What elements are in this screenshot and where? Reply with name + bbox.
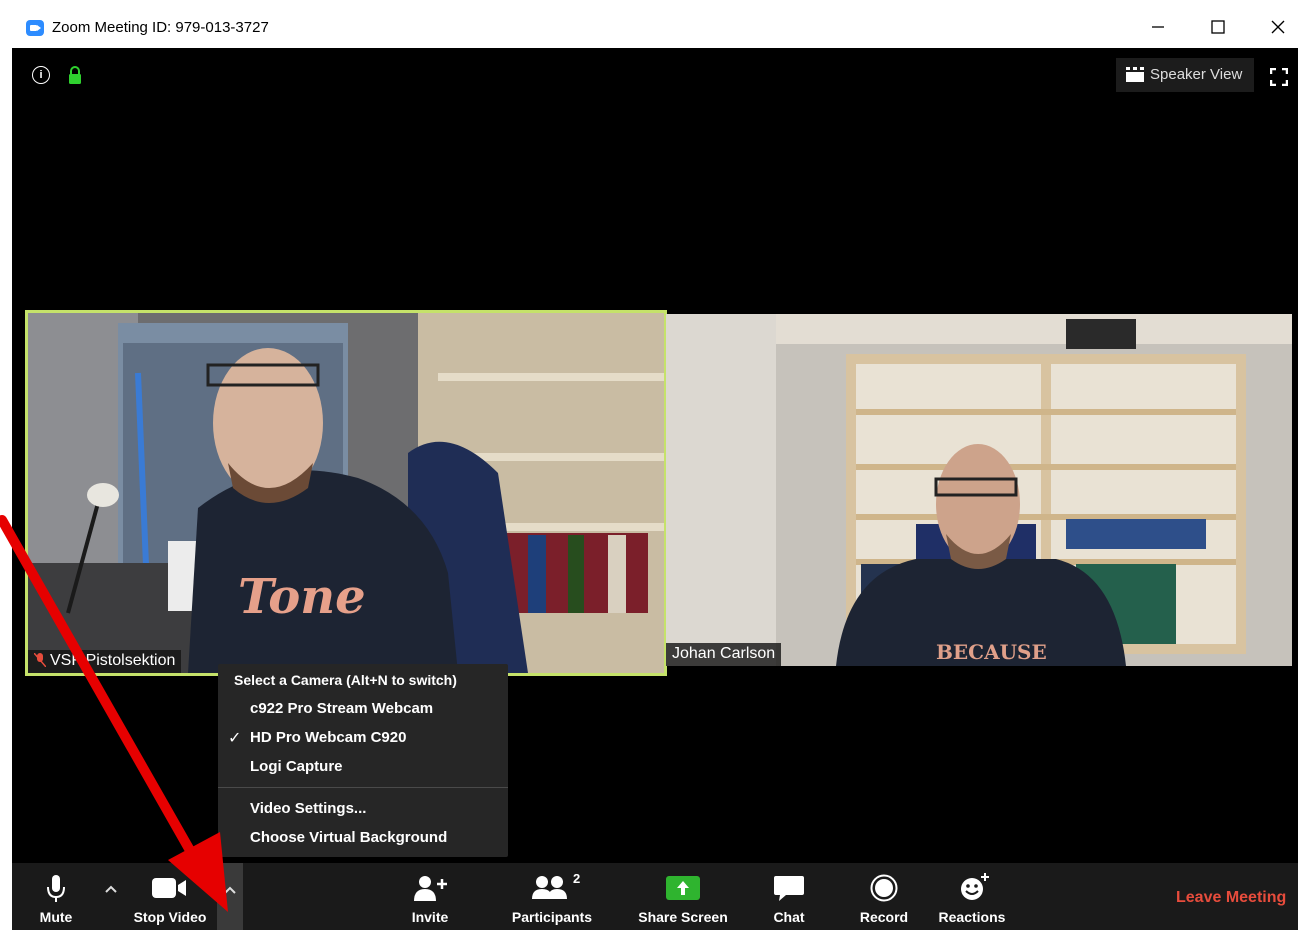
participant-name-tag: VSF Pistolsektion — [28, 650, 182, 673]
video-tile-active-speaker[interactable]: Tone VSF Pistolsektion — [25, 310, 667, 676]
record-label: Record — [859, 909, 909, 925]
chat-bubble-icon — [774, 876, 804, 901]
video-options-chevron-up-icon — [224, 886, 236, 894]
reactions-button[interactable]: Reactions — [932, 863, 1012, 930]
camera-option-logi-capture[interactable]: Logi Capture — [250, 758, 343, 775]
participant-name-tag: Johan Carlson — [666, 643, 782, 666]
close-icon — [1271, 20, 1285, 34]
zoom-window: Zoom Meeting ID: 979-013-3727 i Speaker … — [12, 8, 1298, 930]
camera-option-c920[interactable]: HD Pro Webcam C920 — [250, 729, 406, 746]
share-screen-button[interactable]: Share Screen — [636, 863, 730, 930]
title-bar: Zoom Meeting ID: 979-013-3727 — [12, 8, 1298, 48]
speaker-view-label: Speaker View — [1150, 66, 1243, 83]
video-options-button[interactable] — [217, 863, 243, 930]
virtual-background-option[interactable]: Choose Virtual Background — [250, 829, 447, 846]
participant-video-feed: BECAUSE — [666, 314, 1292, 666]
reactions-smiley-icon — [961, 873, 989, 900]
stop-video-label: Stop Video — [133, 909, 207, 925]
speaker-view-button[interactable]: Speaker View — [1116, 58, 1254, 92]
minimize-button[interactable] — [1138, 14, 1178, 42]
record-icon — [870, 874, 898, 902]
menu-separator — [218, 787, 508, 788]
add-user-icon — [414, 876, 447, 901]
close-button[interactable] — [1258, 14, 1298, 42]
video-tile-participant[interactable]: BECAUSE Johan Carlson — [666, 314, 1292, 666]
maximize-icon — [1211, 20, 1225, 34]
svg-text:Tone: Tone — [238, 569, 366, 625]
stop-video-button[interactable]: Stop Video — [128, 863, 212, 930]
participants-label: Participants — [511, 909, 593, 925]
reactions-label: Reactions — [938, 909, 1006, 925]
participants-icon — [532, 876, 567, 899]
camera-menu-header: Select a Camera (Alt+N to switch) — [234, 672, 457, 688]
zoom-app-icon — [26, 20, 44, 36]
maximize-button[interactable] — [1198, 14, 1238, 42]
encryption-lock-icon[interactable] — [68, 66, 82, 84]
share-screen-icon — [666, 876, 700, 900]
checkmark-icon: ✓ — [228, 730, 242, 747]
record-button[interactable]: Record — [854, 863, 914, 930]
invite-button[interactable]: Invite — [400, 863, 460, 930]
share-screen-label: Share Screen — [638, 909, 728, 925]
participant-name-label: VSF Pistolsektion — [50, 652, 176, 669]
mute-button[interactable]: Mute — [26, 863, 86, 930]
mute-label: Mute — [39, 909, 73, 925]
participants-button[interactable]: 2 Participants — [506, 863, 598, 930]
camera-select-menu: Select a Camera (Alt+N to switch) c922 P… — [218, 664, 508, 857]
microphone-icon — [47, 875, 65, 902]
leave-meeting-button[interactable]: Leave Meeting — [1176, 889, 1286, 907]
info-icon[interactable]: i — [32, 66, 50, 84]
fullscreen-icon[interactable] — [1270, 68, 1288, 86]
participants-count-badge: 2 — [573, 871, 581, 886]
svg-text:BECAUSE: BECAUSE — [936, 640, 1047, 664]
audio-options-chevron-up-icon[interactable] — [104, 881, 118, 899]
camera-option-c922[interactable]: c922 Pro Stream Webcam — [250, 700, 433, 717]
minimize-icon — [1152, 26, 1164, 28]
speaker-view-icon — [1126, 67, 1144, 82]
participant-video-feed: Tone — [28, 313, 664, 673]
chat-button[interactable]: Chat — [764, 863, 814, 930]
video-camera-icon — [152, 878, 186, 898]
muted-mic-icon — [33, 652, 47, 668]
video-settings-option[interactable]: Video Settings... — [250, 800, 366, 817]
window-title: Zoom Meeting ID: 979-013-3727 — [52, 19, 269, 36]
invite-label: Invite — [411, 909, 449, 925]
chat-label: Chat — [773, 909, 805, 925]
meeting-toolbar: Mute Stop Video Invite 2 Participants Sh… — [12, 863, 1298, 930]
